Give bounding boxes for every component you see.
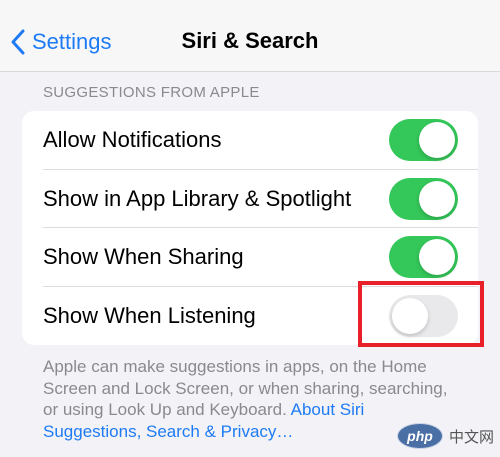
row-label: Show When Listening — [43, 302, 256, 328]
footer-text: Apple can make suggestions in apps, on t… — [43, 357, 448, 419]
allow-notifications-toggle[interactable] — [389, 119, 458, 162]
row-allow-notifications: Allow Notifications — [22, 111, 478, 170]
toggle-knob — [419, 122, 455, 159]
watermark-text: 中文网 — [448, 428, 494, 446]
page-title: Siri & Search — [181, 28, 319, 53]
show-when-sharing-toggle[interactable] — [389, 236, 458, 279]
section-header: SUGGESTIONS FROM APPLE — [43, 84, 260, 101]
row-label: Show When Sharing — [43, 244, 244, 270]
highlight-annotation-box — [358, 281, 484, 347]
row-show-when-sharing: Show When Sharing — [22, 228, 478, 287]
row-label: Allow Notifications — [43, 127, 222, 153]
row-label: Show in App Library & Spotlight — [43, 185, 352, 211]
navigation-bar: Settings Siri & Search — [0, 0, 500, 72]
row-show-in-app-library: Show in App Library & Spotlight — [22, 170, 478, 228]
show-in-app-library-toggle[interactable] — [389, 177, 458, 220]
watermark: php 中文网 — [396, 423, 494, 449]
php-logo: php — [396, 423, 443, 449]
toggle-knob — [419, 239, 455, 276]
toggle-knob — [419, 180, 455, 217]
